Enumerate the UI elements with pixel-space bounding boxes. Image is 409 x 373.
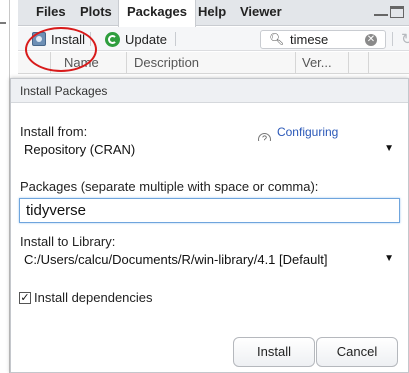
clear-search-icon[interactable]: ✕ xyxy=(365,34,377,46)
dialog-title: Install Packages xyxy=(11,79,408,103)
install-from-label: Install from: xyxy=(20,124,88,139)
install-dependencies-label: Install dependencies xyxy=(34,290,153,305)
package-search-input[interactable]: 🔍︎ timese ✕ xyxy=(260,30,386,49)
tab-files[interactable]: Files xyxy=(28,0,74,26)
library-select[interactable]: C:/Users/calcu/Documents/R/win-library/4… xyxy=(19,251,400,270)
column-version[interactable]: Ver... xyxy=(302,55,332,70)
packages-input[interactable]: tidyverse xyxy=(19,198,400,223)
install-packages-dialog: Install Packages Install from: ? Configu… xyxy=(10,78,409,373)
tab-help[interactable]: Help xyxy=(190,0,234,26)
install-to-library-label: Install to Library: xyxy=(20,234,116,249)
column-divider xyxy=(126,52,127,74)
tab-packages[interactable]: Packages xyxy=(118,0,196,27)
dialog-cancel-button[interactable]: Cancel xyxy=(316,337,398,367)
update-refresh-icon xyxy=(105,31,120,47)
library-value: C:/Users/calcu/Documents/R/win-library/4… xyxy=(24,252,328,267)
install-from-select[interactable]: Repository (CRAN) ▼ xyxy=(19,141,400,160)
search-value: timese xyxy=(290,32,329,47)
column-divider xyxy=(295,52,296,74)
update-button-label: Update xyxy=(125,31,167,47)
column-description[interactable]: Description xyxy=(134,55,199,70)
packages-label: Packages (separate multiple with space o… xyxy=(20,179,319,194)
install-dependencies-checkbox[interactable]: ✓ xyxy=(19,291,31,304)
dialog-install-button[interactable]: Install xyxy=(233,337,315,367)
install-dependencies-option[interactable]: ✓ Install dependencies xyxy=(19,290,153,305)
dropdown-arrow-icon: ▼ xyxy=(384,253,394,264)
update-button[interactable]: Update xyxy=(105,30,167,48)
tab-viewer[interactable]: Viewer xyxy=(232,0,290,26)
toolbar-divider xyxy=(175,32,176,46)
pane-tab-bar: Files Plots Packages Help Viewer xyxy=(18,0,409,27)
dropdown-arrow-icon: ▼ xyxy=(384,143,394,154)
install-from-value: Repository (CRAN) xyxy=(24,142,136,157)
highlight-circle-annotation xyxy=(25,27,97,72)
refresh-icon[interactable]: ↻ xyxy=(401,30,409,48)
left-pane-marker xyxy=(0,22,6,24)
column-divider xyxy=(368,52,369,74)
maximize-pane-icon[interactable] xyxy=(390,6,404,18)
toolbar-divider xyxy=(392,32,393,46)
tab-plots[interactable]: Plots xyxy=(72,0,120,26)
minimize-pane-icon[interactable] xyxy=(374,6,388,16)
search-icon: 🔍︎ xyxy=(269,32,285,46)
column-divider xyxy=(348,52,349,74)
